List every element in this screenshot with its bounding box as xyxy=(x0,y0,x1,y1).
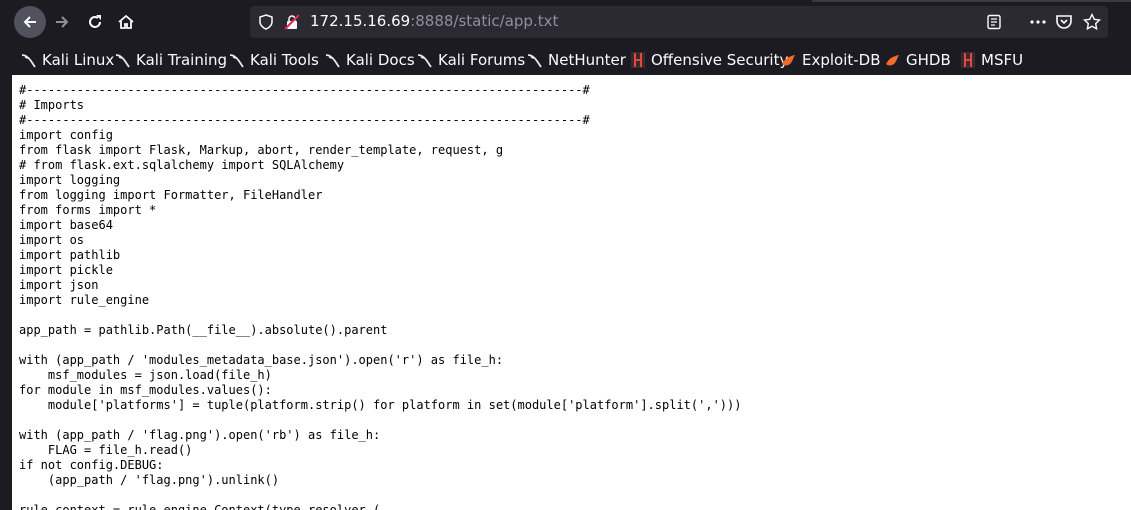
home-button[interactable] xyxy=(110,6,142,38)
tab-strip-edge xyxy=(812,0,1131,2)
bookmark-label: Kali Training xyxy=(136,51,228,69)
arrow-right-icon xyxy=(56,16,69,28)
code-line: FLAG = file_h.read() xyxy=(19,443,193,457)
bookmark-label: Exploit-DB xyxy=(802,51,881,69)
bookmark-label: Kali Forums xyxy=(438,51,526,69)
code-line: import pickle xyxy=(19,263,113,277)
offsec-icon xyxy=(961,52,975,68)
window-edge xyxy=(0,75,12,510)
back-button[interactable] xyxy=(14,6,46,38)
bookmark-label: Kali Tools xyxy=(250,51,319,69)
code-line: from logging import Formatter, FileHandl… xyxy=(19,188,323,202)
home-icon xyxy=(118,14,134,29)
bookmark-label: Kali Docs xyxy=(346,51,415,69)
code-line: import pathlib xyxy=(19,248,121,262)
code-line: rule_context = rule_engine.Context(type_… xyxy=(19,503,381,510)
url-path: :8888/static/app.txt xyxy=(410,12,559,30)
code-line: import json xyxy=(19,278,99,292)
kali-dragon-icon xyxy=(527,53,542,67)
code-line: import base64 xyxy=(19,218,113,232)
bookmark-offensive-security[interactable]: Offensive Security xyxy=(630,50,788,70)
code-line: if not config.DEBUG: xyxy=(19,458,164,472)
bookmark-msfu[interactable]: MSFU xyxy=(960,50,1023,70)
code-line: module['platforms'] = tuple(platform.str… xyxy=(19,398,742,412)
bookmark-kali-tools[interactable]: Kali Tools xyxy=(228,50,319,70)
bookmark-label: MSFU xyxy=(981,51,1024,69)
bookmark-kali-docs[interactable]: Kali Docs xyxy=(324,50,415,70)
more-actions-icon[interactable] xyxy=(1026,10,1050,34)
code-line: # from flask.ext.sqlalchemy import SQLAl… xyxy=(19,158,345,172)
address-bar[interactable]: 172.15.16.69:8888/static/app.txt xyxy=(250,6,1108,38)
plain-text-document: #---------------------------------------… xyxy=(19,83,741,510)
code-line: # Imports xyxy=(19,98,85,112)
bookmarks-toolbar: Kali Linux Kali Training Kali Tools Kali… xyxy=(0,45,1131,75)
bookmark-exploit-db[interactable]: Exploit-DB xyxy=(780,50,881,70)
code-line: for module in msf_modules.values(): xyxy=(19,383,272,397)
code-line: #---------------------------------------… xyxy=(19,113,590,127)
kali-dragon-icon xyxy=(229,53,244,67)
code-line: msf_modules = json.load(file_h) xyxy=(19,368,272,382)
bookmark-star-icon[interactable] xyxy=(1080,10,1104,34)
insecure-lock-icon[interactable] xyxy=(280,10,304,34)
exploit-db-icon xyxy=(886,54,899,65)
page-content: #---------------------------------------… xyxy=(12,75,1131,510)
forward-button[interactable] xyxy=(46,6,78,38)
url-text[interactable]: 172.15.16.69:8888/static/app.txt xyxy=(310,12,558,30)
code-line: import config xyxy=(19,128,113,142)
kali-dragon-icon xyxy=(417,53,432,67)
bookmark-ghdb[interactable]: GHDB xyxy=(884,50,951,70)
bookmark-label: NetHunter xyxy=(548,51,626,69)
offsec-icon xyxy=(631,52,645,68)
bookmark-kali-linux[interactable]: Kali Linux xyxy=(20,50,114,70)
bookmark-kali-training[interactable]: Kali Training xyxy=(114,50,227,70)
bookmark-label: Offensive Security xyxy=(651,51,789,69)
kali-dragon-icon xyxy=(325,53,340,67)
reader-view-icon[interactable] xyxy=(982,10,1006,34)
arrow-left-icon xyxy=(23,16,36,28)
shield-icon[interactable] xyxy=(254,10,278,34)
kali-dragon-icon xyxy=(115,53,130,67)
url-host: 172.15.16.69 xyxy=(310,12,411,30)
code-line: #---------------------------------------… xyxy=(19,83,590,97)
code-line: (app_path / 'flag.png').unlink() xyxy=(19,473,280,487)
code-line: import logging xyxy=(19,173,121,187)
browser-toolbar: 172.15.16.69:8888/static/app.txt xyxy=(0,0,1131,45)
code-line: import rule_engine xyxy=(19,293,150,307)
code-line: import os xyxy=(19,233,85,247)
reload-button[interactable] xyxy=(79,6,111,38)
reload-icon xyxy=(89,15,101,28)
bookmark-nethunter[interactable]: NetHunter xyxy=(526,50,626,70)
code-line: with (app_path / 'flag.png').open('rb') … xyxy=(19,428,381,442)
exploit-db-icon xyxy=(782,54,795,65)
bookmark-label: GHDB xyxy=(906,51,951,69)
kali-dragon-icon xyxy=(21,53,36,67)
code-line: from forms import * xyxy=(19,203,157,217)
bookmark-label: Kali Linux xyxy=(42,51,115,69)
code-line: app_path = pathlib.Path(__file__).absolu… xyxy=(19,323,388,337)
bookmark-kali-forums[interactable]: Kali Forums xyxy=(416,50,525,70)
pocket-icon[interactable] xyxy=(1052,10,1076,34)
code-line: with (app_path / 'modules_metadata_base.… xyxy=(19,353,504,367)
code-line: from flask import Flask, Markup, abort, … xyxy=(19,143,504,157)
